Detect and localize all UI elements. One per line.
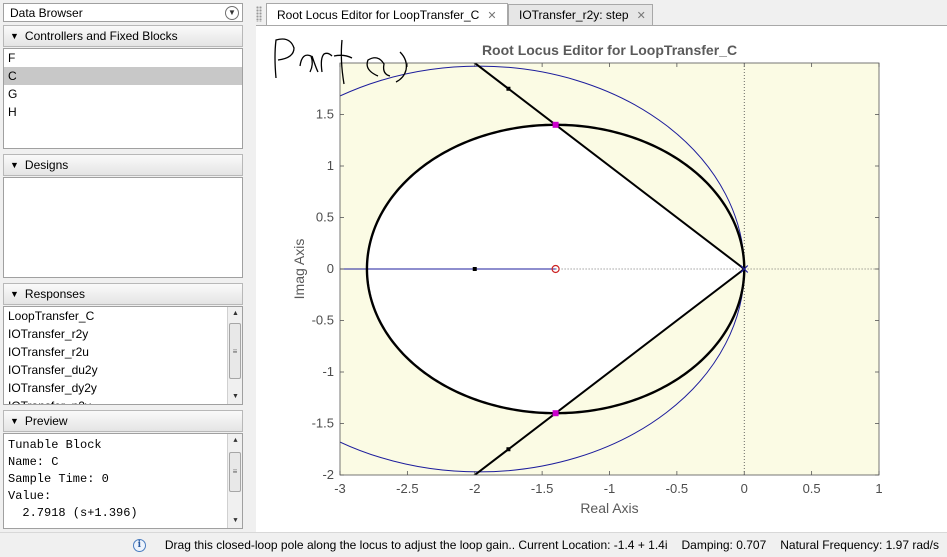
x-tick-label: 0.5 [803,481,821,496]
root-locus-editor-view: -3 -2.5 -2 -1.5 -1 -0.5 0 0.5 1 -2 -1.5 -1 -0.5 0 0.5 1… [256,25,947,532]
close-icon[interactable]: ✕ [637,9,646,22]
info-icon: i [132,538,146,552]
collapse-triangle-icon[interactable]: ▼ [10,31,19,41]
x-tick-label: -3 [334,481,346,496]
preview-scrollbar[interactable]: ▲ ≡ ▼ [227,434,242,528]
locus-handle-marker[interactable] [472,267,477,271]
closed-loop-pole-marker[interactable] [552,410,559,417]
chart-title: Root Locus Editor for LoopTransfer_C [482,42,737,58]
y-axis-label: Imag Axis [291,239,307,300]
scroll-down-icon[interactable]: ▼ [228,390,242,404]
list-item[interactable]: IOTransfer_r2y [4,325,242,343]
y-tick-label: 1.5 [316,107,334,122]
y-tick-label: 0 [327,261,334,276]
list-item[interactable]: F [4,49,242,67]
y-tick-label: -0.5 [312,313,334,328]
locus-handle-marker[interactable] [506,447,511,452]
controllers-list: F C G H [3,48,243,149]
x-tick-label: -1 [604,481,616,496]
list-item[interactable]: C [4,67,242,85]
tab-label: IOTransfer_r2y: step [519,8,629,22]
section-designs-header[interactable]: ▼ Designs [3,154,243,176]
data-browser-title: Data Browser [10,5,83,20]
scroll-thumb[interactable]: ≡ [229,323,241,379]
section-responses-label: Responses [24,287,85,301]
preview-line: Value: [8,489,52,503]
section-controllers-header[interactable]: ▼ Controllers and Fixed Blocks [3,25,243,47]
list-item[interactable]: G [4,85,242,103]
x-tick-label: -1.5 [531,481,553,496]
data-browser-panel: Data Browser ▼ ▼ Controllers and Fixed B… [0,0,246,532]
status-bar: i Drag this closed-loop pole along the l… [0,532,947,557]
responses-scrollbar[interactable]: ▲ ≡ ▼ [227,307,242,404]
closed-loop-pole-marker[interactable] [552,121,559,128]
section-controllers-label: Controllers and Fixed Blocks [24,29,178,43]
section-preview-label: Preview [24,414,68,428]
designs-list [3,177,243,278]
scroll-up-icon[interactable]: ▲ [228,307,242,321]
list-item[interactable]: IOTransfer_r2u [4,343,242,361]
responses-list: LoopTransfer_C IOTransfer_r2y IOTransfer… [3,306,243,405]
collapse-triangle-icon[interactable]: ▼ [10,416,19,426]
x-tick-label: 1 [875,481,882,496]
scroll-up-icon[interactable]: ▲ [228,434,242,448]
x-axis-label: Real Axis [580,500,638,516]
list-item[interactable]: IOTransfer_dy2y [4,379,242,397]
list-item[interactable]: H [4,103,242,121]
locus-handle-marker[interactable] [506,86,511,91]
x-tick-label: 0 [741,481,748,496]
section-responses-header[interactable]: ▼ Responses [3,283,243,305]
y-tick-label: 0.5 [316,210,334,225]
collapse-triangle-icon[interactable]: ▼ [10,289,19,299]
preview-line: Tunable Block [8,438,102,452]
preview-line: Name: C [8,455,59,469]
data-browser-header: Data Browser ▼ [3,3,243,22]
close-icon[interactable]: ✕ [487,9,496,22]
list-item[interactable]: LoopTransfer_C [4,307,242,325]
preview-line: Sample Time: 0 [8,472,109,486]
x-tick-label: -0.5 [666,481,688,496]
y-tick-label: -2 [322,467,334,482]
list-item[interactable]: IOTransfer_du2y [4,361,242,379]
status-natural-frequency: Natural Frequency: 1.97 rad/s [780,538,939,552]
drag-grip-icon[interactable] [256,6,262,22]
preview-line: 2.7918 (s+1.396) [8,506,138,520]
chevron-down-icon[interactable]: ▼ [225,5,239,20]
y-tick-label: 1 [327,158,334,173]
root-locus-plot[interactable]: -3 -2.5 -2 -1.5 -1 -0.5 0 0.5 1 -2 -1.5 -1 -0.5 0 0.5 1… [256,26,947,533]
list-item[interactable]: IOTransfer_n2y [4,397,242,404]
status-damping: Damping: 0.707 [681,538,767,552]
preview-text: Tunable Block Name: C Sample Time: 0 Val… [3,433,243,529]
scroll-thumb[interactable]: ≡ [229,452,241,492]
scroll-down-icon[interactable]: ▼ [228,514,242,528]
tab-iotransfer-step[interactable]: IOTransfer_r2y: step ✕ [508,4,653,25]
tab-root-locus-editor[interactable]: Root Locus Editor for LoopTransfer_C ✕ [266,3,508,26]
collapse-triangle-icon[interactable]: ▼ [10,160,19,170]
status-message: Drag this closed-loop pole along the loc… [164,538,668,552]
y-tick-label: -1.5 [312,416,334,431]
x-tick-label: -2 [469,481,481,496]
section-designs-label: Designs [24,158,69,172]
tab-label: Root Locus Editor for LoopTransfer_C [277,8,480,22]
section-preview-header[interactable]: ▼ Preview [3,410,243,432]
document-tabs: Root Locus Editor for LoopTransfer_C ✕ I… [256,2,946,26]
y-tick-label: -1 [322,364,334,379]
x-tick-label: -2.5 [396,481,418,496]
